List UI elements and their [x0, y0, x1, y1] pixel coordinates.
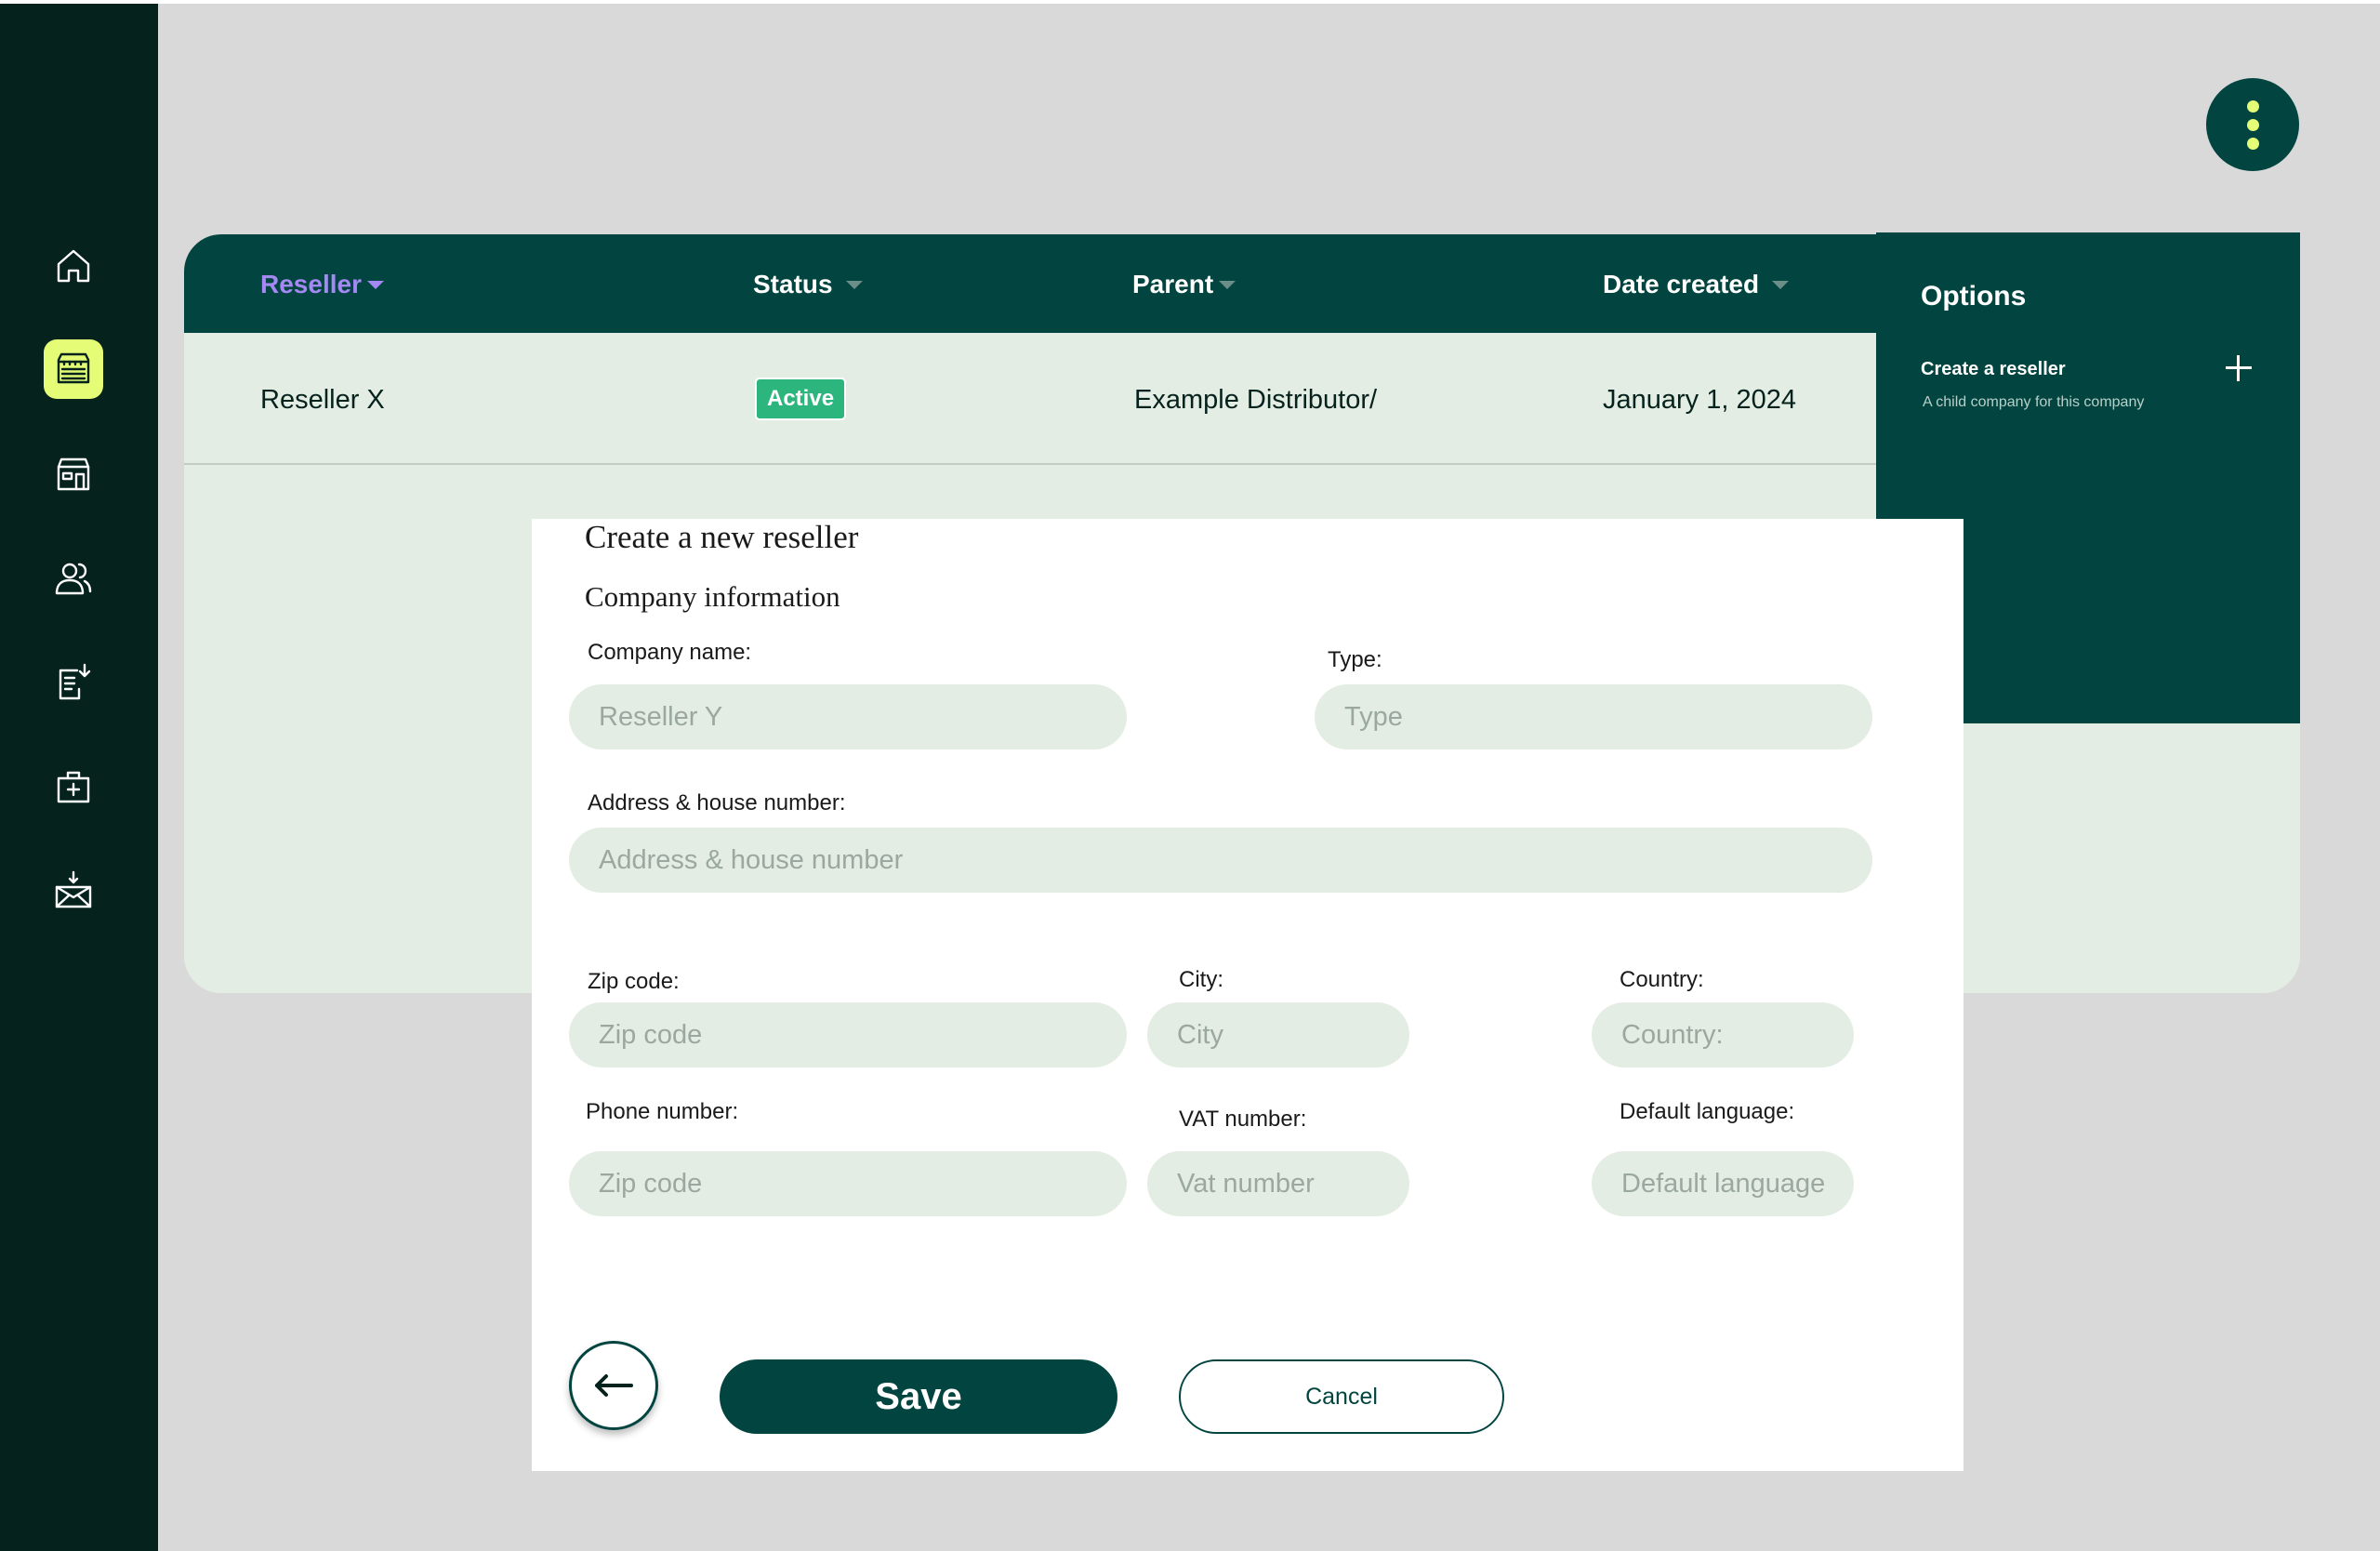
sidebar-item-resellers[interactable]	[44, 339, 103, 399]
sort-caret-icon	[1219, 280, 1236, 289]
vat-number-label: VAT number:	[1179, 1107, 1307, 1132]
modal-title: Create a new reseller	[585, 519, 859, 555]
sidebar	[0, 4, 158, 1551]
type-input[interactable]	[1315, 684, 1872, 749]
column-header-parent[interactable]: Parent	[1132, 270, 1236, 299]
city-label: City:	[1179, 967, 1223, 992]
add-reseller-plus-icon[interactable]	[2222, 351, 2255, 385]
document-import-icon	[59, 663, 91, 700]
city-input[interactable]	[1147, 1002, 1409, 1067]
country-label: Country:	[1620, 967, 1704, 992]
sidebar-item-users[interactable]	[44, 549, 103, 608]
section-title: Company information	[585, 580, 840, 613]
default-language-label: Default language:	[1620, 1099, 1795, 1124]
kebab-dot	[2246, 118, 2259, 131]
more-options-button[interactable]	[2206, 78, 2299, 171]
kebab-dot	[2246, 99, 2259, 113]
kebab-dot	[2246, 137, 2259, 150]
store-icon	[57, 457, 90, 491]
save-button[interactable]: Save	[720, 1359, 1117, 1434]
address-input[interactable]	[569, 828, 1872, 893]
column-header-reseller[interactable]: Reseller	[260, 270, 384, 299]
sidebar-item-home[interactable]	[44, 236, 103, 296]
medical-kit-icon	[57, 771, 90, 803]
home-icon	[57, 249, 90, 283]
sidebar-item-health[interactable]	[44, 757, 103, 816]
company-name-input[interactable]	[569, 684, 1127, 749]
options-title: Options	[1921, 281, 2027, 312]
phone-number-label: Phone number:	[586, 1099, 739, 1124]
cell-parent: Example Distributor/	[1134, 385, 1378, 415]
create-reseller-option[interactable]: Create a reseller	[1921, 359, 2066, 380]
back-button[interactable]	[569, 1341, 658, 1430]
arrow-left-icon	[595, 1374, 633, 1397]
mail-incoming-icon	[55, 870, 92, 908]
default-language-input[interactable]	[1592, 1151, 1854, 1216]
status-badge: Active	[755, 378, 847, 420]
top-strip	[0, 0, 2380, 4]
zip-code-input[interactable]	[569, 1002, 1127, 1067]
phone-number-input[interactable]	[569, 1151, 1127, 1216]
sidebar-item-stores[interactable]	[44, 444, 103, 504]
column-header-status[interactable]: Status	[753, 270, 863, 299]
column-header-date-created[interactable]: Date created	[1603, 270, 1790, 299]
sidebar-item-mail[interactable]	[44, 861, 103, 921]
sort-caret-icon	[1772, 280, 1790, 289]
vat-number-input[interactable]	[1147, 1151, 1409, 1216]
sort-caret-icon	[366, 280, 384, 289]
cell-reseller: Reseller X	[260, 385, 385, 415]
cancel-button[interactable]: Cancel	[1179, 1359, 1504, 1434]
country-input[interactable]	[1592, 1002, 1854, 1067]
address-label: Address & house number:	[588, 790, 846, 815]
reseller-shop-icon	[57, 352, 90, 384]
sidebar-item-documents[interactable]	[44, 652, 103, 711]
company-name-label: Company name:	[588, 640, 752, 665]
users-icon	[55, 563, 92, 595]
type-label: Type:	[1328, 647, 1382, 672]
sort-caret-icon	[845, 280, 863, 289]
create-reseller-description: A child company for this company	[1923, 394, 2145, 410]
create-reseller-modal: Create a new reseller Company informatio…	[532, 519, 1964, 1471]
zip-code-label: Zip code:	[588, 969, 680, 994]
cell-date-created: January 1, 2024	[1603, 385, 1796, 415]
